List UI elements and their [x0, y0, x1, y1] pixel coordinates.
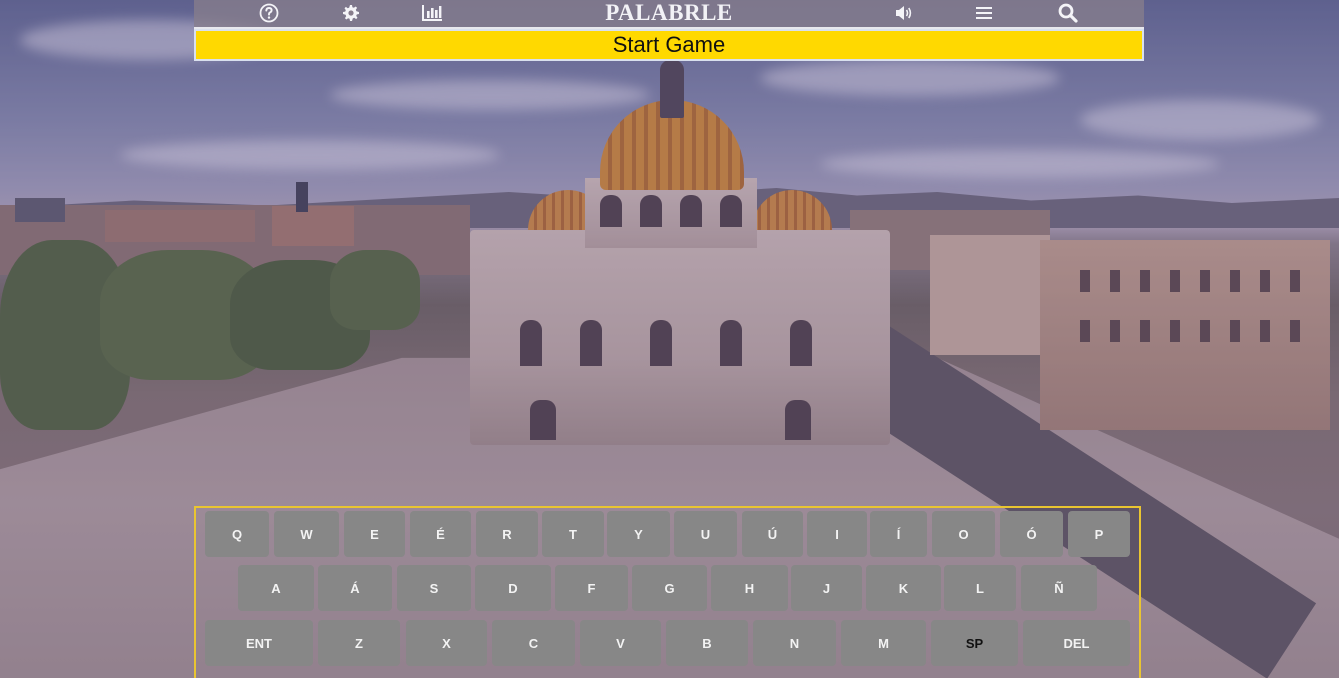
on-screen-keyboard: Q W E É R T Y U Ú I Í O Ó P A Á S D F G … — [194, 506, 1141, 678]
key-c[interactable]: C — [492, 620, 575, 666]
key-k[interactable]: K — [866, 565, 941, 611]
key-b[interactable]: B — [666, 620, 748, 666]
key-d[interactable]: D — [475, 565, 551, 611]
key-o-acute[interactable]: Ó — [1000, 511, 1063, 557]
start-game-button[interactable]: Start Game — [194, 29, 1144, 61]
key-x[interactable]: X — [406, 620, 487, 666]
game-title: PALABRLE — [605, 0, 733, 25]
key-m[interactable]: M — [841, 620, 926, 666]
key-i[interactable]: I — [807, 511, 867, 557]
space-key[interactable]: SP — [931, 620, 1018, 666]
key-u[interactable]: U — [674, 511, 737, 557]
enter-key[interactable]: ENT — [205, 620, 313, 666]
key-i-acute[interactable]: Í — [870, 511, 927, 557]
key-w[interactable]: W — [274, 511, 339, 557]
key-u-acute[interactable]: Ú — [742, 511, 803, 557]
menu-icon[interactable] — [972, 2, 996, 24]
key-q[interactable]: Q — [205, 511, 269, 557]
delete-key[interactable]: DEL — [1023, 620, 1130, 666]
sound-icon[interactable] — [892, 2, 916, 24]
key-o[interactable]: O — [932, 511, 995, 557]
key-l[interactable]: L — [944, 565, 1016, 611]
key-a[interactable]: A — [238, 565, 314, 611]
key-g[interactable]: G — [632, 565, 707, 611]
key-n-tilde[interactable]: Ñ — [1021, 565, 1097, 611]
key-z[interactable]: Z — [318, 620, 400, 666]
start-game-label: Start Game — [612, 32, 726, 57]
key-n[interactable]: N — [753, 620, 836, 666]
key-a-acute[interactable]: Á — [318, 565, 392, 611]
top-nav-bar: PALABRLE — [194, 0, 1144, 29]
key-j[interactable]: J — [791, 565, 862, 611]
key-t[interactable]: T — [542, 511, 604, 557]
key-e[interactable]: E — [344, 511, 405, 557]
key-y[interactable]: Y — [607, 511, 670, 557]
key-h[interactable]: H — [711, 565, 788, 611]
key-e-acute[interactable]: É — [410, 511, 471, 557]
key-s[interactable]: S — [397, 565, 471, 611]
key-p[interactable]: P — [1068, 511, 1130, 557]
key-f[interactable]: F — [555, 565, 628, 611]
key-r[interactable]: R — [476, 511, 538, 557]
search-icon[interactable] — [1056, 2, 1080, 24]
key-v[interactable]: V — [580, 620, 661, 666]
